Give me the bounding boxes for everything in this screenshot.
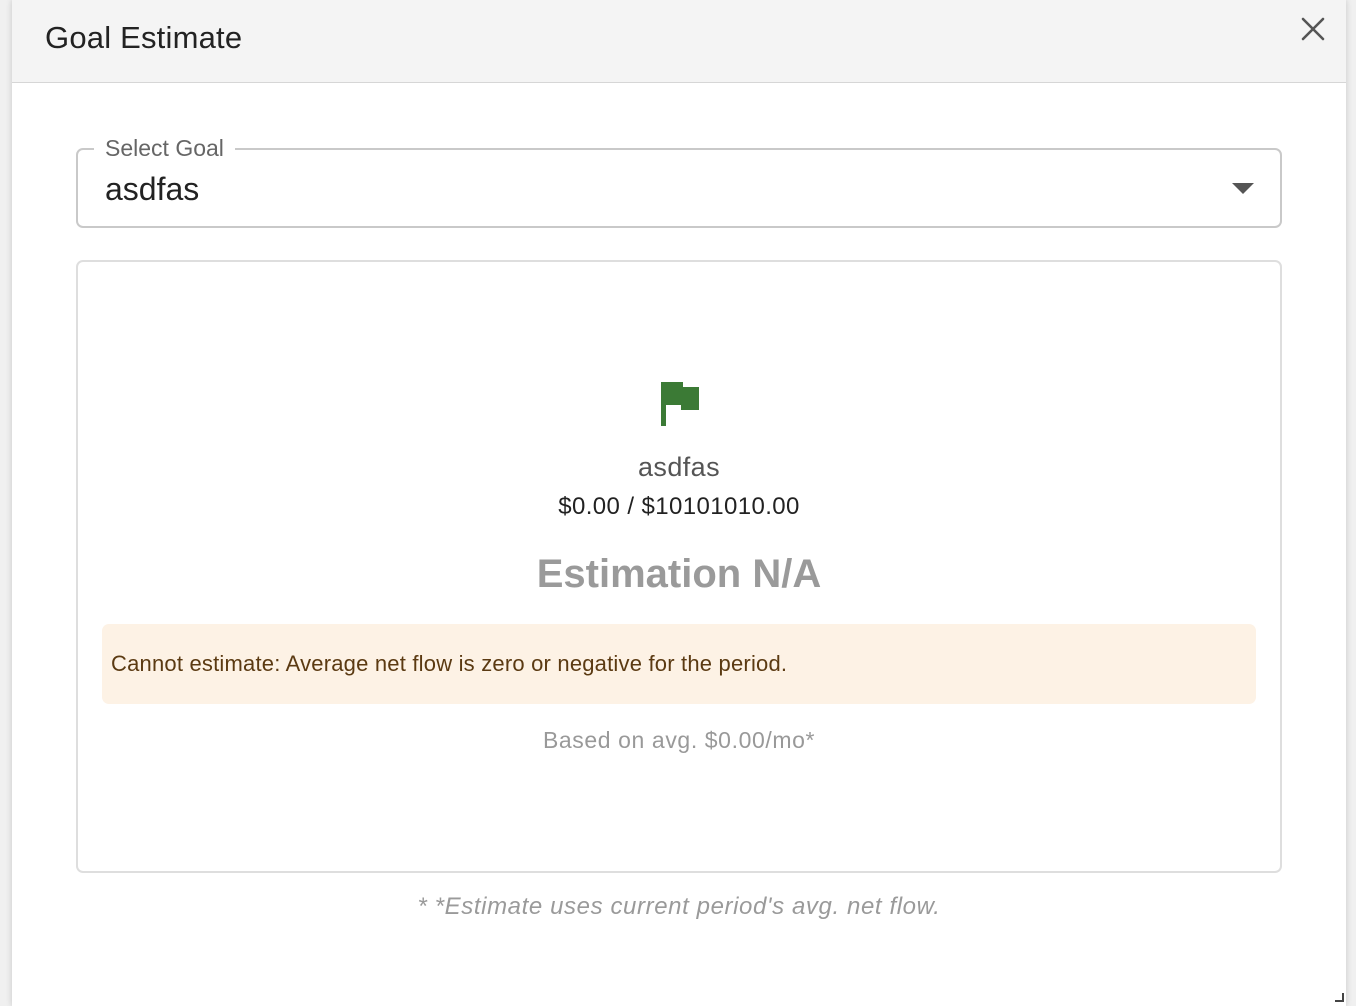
dialog-title: Goal Estimate xyxy=(45,20,243,55)
close-icon xyxy=(1301,17,1325,41)
based-on-average: Based on avg. $0.00/mo* xyxy=(542,727,816,753)
dialog-header: Goal Estimate xyxy=(12,0,1346,83)
select-goal-label: Select Goal xyxy=(94,134,235,162)
close-button[interactable] xyxy=(1296,12,1330,46)
estimate-footnote: * *Estimate uses current period's avg. n… xyxy=(417,893,941,920)
dropdown-arrow-icon[interactable] xyxy=(1232,183,1254,194)
goal-estimate-card: asdfas $0.00 / $10101010.00 Estimation N… xyxy=(76,260,1282,873)
warning-message: Cannot estimate: Average net flow is zer… xyxy=(111,651,788,676)
warning-alert: Cannot estimate: Average net flow is zer… xyxy=(102,624,1256,704)
goal-progress-amount: $0.00 / $10101010.00 xyxy=(558,493,800,520)
goal-select[interactable]: Select Goal asdfas xyxy=(76,134,1282,228)
estimation-status: Estimation N/A xyxy=(536,552,822,596)
selected-goal-value: asdfas xyxy=(105,171,200,207)
resize-handle-icon[interactable] xyxy=(1334,992,1344,1002)
flag-icon xyxy=(661,382,699,426)
goal-name: asdfas xyxy=(638,452,720,482)
goal-estimate-dialog: Goal Estimate Select Goal asdfas asdfas … xyxy=(12,0,1346,1006)
